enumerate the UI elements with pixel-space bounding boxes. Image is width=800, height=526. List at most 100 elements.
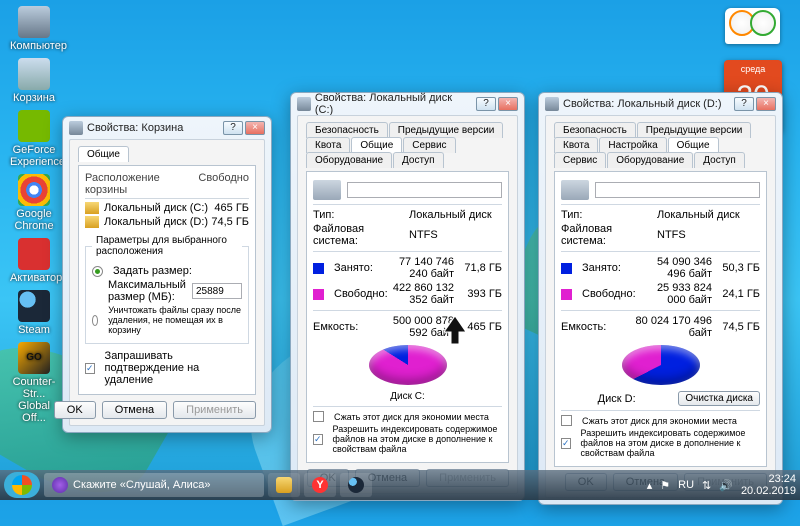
titlebar[interactable]: Свойства: Локальный диск (D:) ?×	[539, 93, 782, 115]
tab-quota[interactable]: Квота	[554, 137, 598, 153]
disk-cleanup-button[interactable]: Очистка диска	[678, 391, 760, 406]
taskbar[interactable]: Скажите «Слушай, Алиса» Y ▴ ⚑ RU ⇅ 🔊 23:…	[0, 470, 800, 500]
volume-label-input[interactable]	[347, 182, 502, 198]
titlebar[interactable]: Свойства: Корзина ? ×	[63, 117, 271, 139]
window-title: Свойства: Корзина	[87, 122, 183, 134]
drive-icon	[85, 216, 99, 228]
desktop-icon-chrome[interactable]: Google Chrome	[10, 174, 58, 232]
system-tray[interactable]: ▴ ⚑ RU ⇅ 🔊 23:24 20.02.2019	[647, 473, 796, 497]
windows-orb-icon	[12, 475, 32, 495]
explorer-icon	[276, 477, 292, 493]
drive-row-c[interactable]: Локальный диск (C:)465 ГБ	[85, 201, 249, 215]
disk-d-properties-window[interactable]: Свойства: Локальный диск (D:) ?× Безопас…	[538, 92, 783, 505]
disk-label: Диск D:	[561, 393, 672, 405]
calendar-weekday: среда	[724, 64, 782, 74]
icon-label: Компьютер	[10, 40, 67, 52]
close-button[interactable]: ×	[498, 97, 518, 111]
action-center-icon[interactable]: ⚑	[660, 479, 670, 492]
disk-icon	[561, 180, 589, 200]
radio-delete-immediately[interactable]	[92, 315, 98, 326]
icon-label: GeForce Experience	[10, 144, 65, 168]
drive-icon	[545, 97, 559, 111]
tab-general[interactable]: Общие	[668, 137, 719, 153]
desktop-icon-steam[interactable]: Steam	[10, 290, 58, 336]
help-button[interactable]: ?	[476, 97, 496, 111]
assistant-search-bar[interactable]: Скажите «Слушай, Алиса»	[44, 473, 264, 497]
tab-previous-versions[interactable]: Предыдущие версии	[389, 122, 504, 138]
clock-time: 23:24	[741, 473, 796, 485]
cancel-button[interactable]: Отмена	[102, 401, 167, 419]
tab-sharing[interactable]: Доступ	[393, 152, 444, 168]
help-button[interactable]: ?	[734, 97, 754, 111]
desktop-icons: Компьютер Корзина GeForce Experience Goo…	[10, 6, 58, 424]
ok-button[interactable]: OK	[54, 401, 96, 419]
col-location: Расположение корзины	[85, 172, 198, 196]
checkbox-confirm-delete[interactable]	[85, 363, 95, 374]
drive-row-d[interactable]: Локальный диск (D:)74,5 ГБ	[85, 215, 249, 229]
tab-general[interactable]: Общие	[351, 137, 402, 153]
icon-label: Корзина	[13, 92, 55, 104]
close-button[interactable]: ×	[756, 97, 776, 111]
volume-icon[interactable]: 🔊	[719, 479, 733, 492]
network-icon[interactable]: ⇅	[702, 479, 711, 492]
free-space-legend	[313, 289, 324, 300]
window-title: Свойства: Локальный диск (D:)	[563, 98, 722, 110]
steam-icon	[348, 477, 364, 493]
disk-usage-pie-chart	[369, 345, 447, 385]
tab-general[interactable]: Общие	[78, 146, 129, 162]
tab-tools[interactable]: Сервис	[403, 137, 455, 153]
tab-quota[interactable]: Квота	[306, 137, 350, 153]
tab-security[interactable]: Безопасность	[554, 122, 636, 138]
max-size-input[interactable]	[192, 283, 242, 299]
group-label: Параметры для выбранного расположения	[92, 235, 242, 257]
free-space-legend	[561, 289, 572, 300]
recycle-bin-properties-window[interactable]: Свойства: Корзина ? × Общие Расположение…	[62, 116, 272, 433]
start-button[interactable]	[4, 472, 40, 498]
taskbar-item-steam[interactable]	[340, 473, 372, 497]
tab-tools[interactable]: Сервис	[554, 152, 606, 168]
icon-label: Google Chrome	[14, 208, 53, 232]
disk-label: Диск C:	[313, 391, 502, 402]
clock-date: 20.02.2019	[741, 485, 796, 497]
window-title: Свойства: Локальный диск (C:)	[315, 92, 472, 116]
radio-custom-size[interactable]	[92, 266, 103, 277]
tab-sharing[interactable]: Доступ	[694, 152, 745, 168]
disk-usage-pie-chart	[622, 345, 700, 385]
taskbar-item-explorer[interactable]	[268, 473, 300, 497]
close-button[interactable]: ×	[245, 121, 265, 135]
taskbar-item-yandex[interactable]: Y	[304, 473, 336, 497]
desktop-icon-recycle-bin[interactable]: Корзина	[10, 58, 58, 104]
apply-button[interactable]: Применить	[173, 401, 256, 419]
search-placeholder: Скажите «Слушай, Алиса»	[73, 479, 211, 491]
tab-hardware[interactable]: Оборудование	[306, 152, 392, 168]
checkbox-compress[interactable]	[561, 415, 572, 426]
disk-icon	[313, 180, 341, 200]
drive-icon	[297, 97, 311, 111]
icon-label: Steam	[18, 324, 50, 336]
disk-c-properties-window[interactable]: Свойства: Локальный диск (C:) ?× Безопас…	[290, 92, 525, 501]
yandex-icon: Y	[312, 477, 328, 493]
checkbox-index[interactable]	[313, 434, 323, 445]
checkbox-index[interactable]	[561, 438, 571, 449]
desktop-icon-geforce[interactable]: GeForce Experience	[10, 110, 58, 168]
help-button[interactable]: ?	[223, 121, 243, 135]
icon-label: Активатор	[10, 272, 62, 284]
tab-security[interactable]: Безопасность	[306, 122, 388, 138]
alice-icon	[52, 477, 68, 493]
recycle-bin-icon	[69, 121, 83, 135]
used-space-legend	[313, 263, 324, 274]
used-space-legend	[561, 263, 572, 274]
titlebar[interactable]: Свойства: Локальный диск (C:) ?×	[291, 93, 524, 115]
desktop-icon-csgo[interactable]: GOCounter-Str... Global Off...	[10, 342, 58, 424]
tab-hardware[interactable]: Оборудование	[607, 152, 693, 168]
volume-label-input[interactable]	[595, 182, 760, 198]
lang-indicator[interactable]: RU	[678, 479, 694, 491]
tab-previous-versions[interactable]: Предыдущие версии	[637, 122, 752, 138]
cpu-meter-gadget[interactable]	[725, 8, 780, 44]
desktop-icon-activator[interactable]: Активатор	[10, 238, 58, 284]
tab-customize[interactable]: Настройка	[599, 137, 666, 153]
checkbox-compress[interactable]	[313, 411, 324, 422]
tray-expand-icon[interactable]: ▴	[647, 479, 653, 492]
clock[interactable]: 23:24 20.02.2019	[741, 473, 796, 497]
desktop-icon-computer[interactable]: Компьютер	[10, 6, 58, 52]
